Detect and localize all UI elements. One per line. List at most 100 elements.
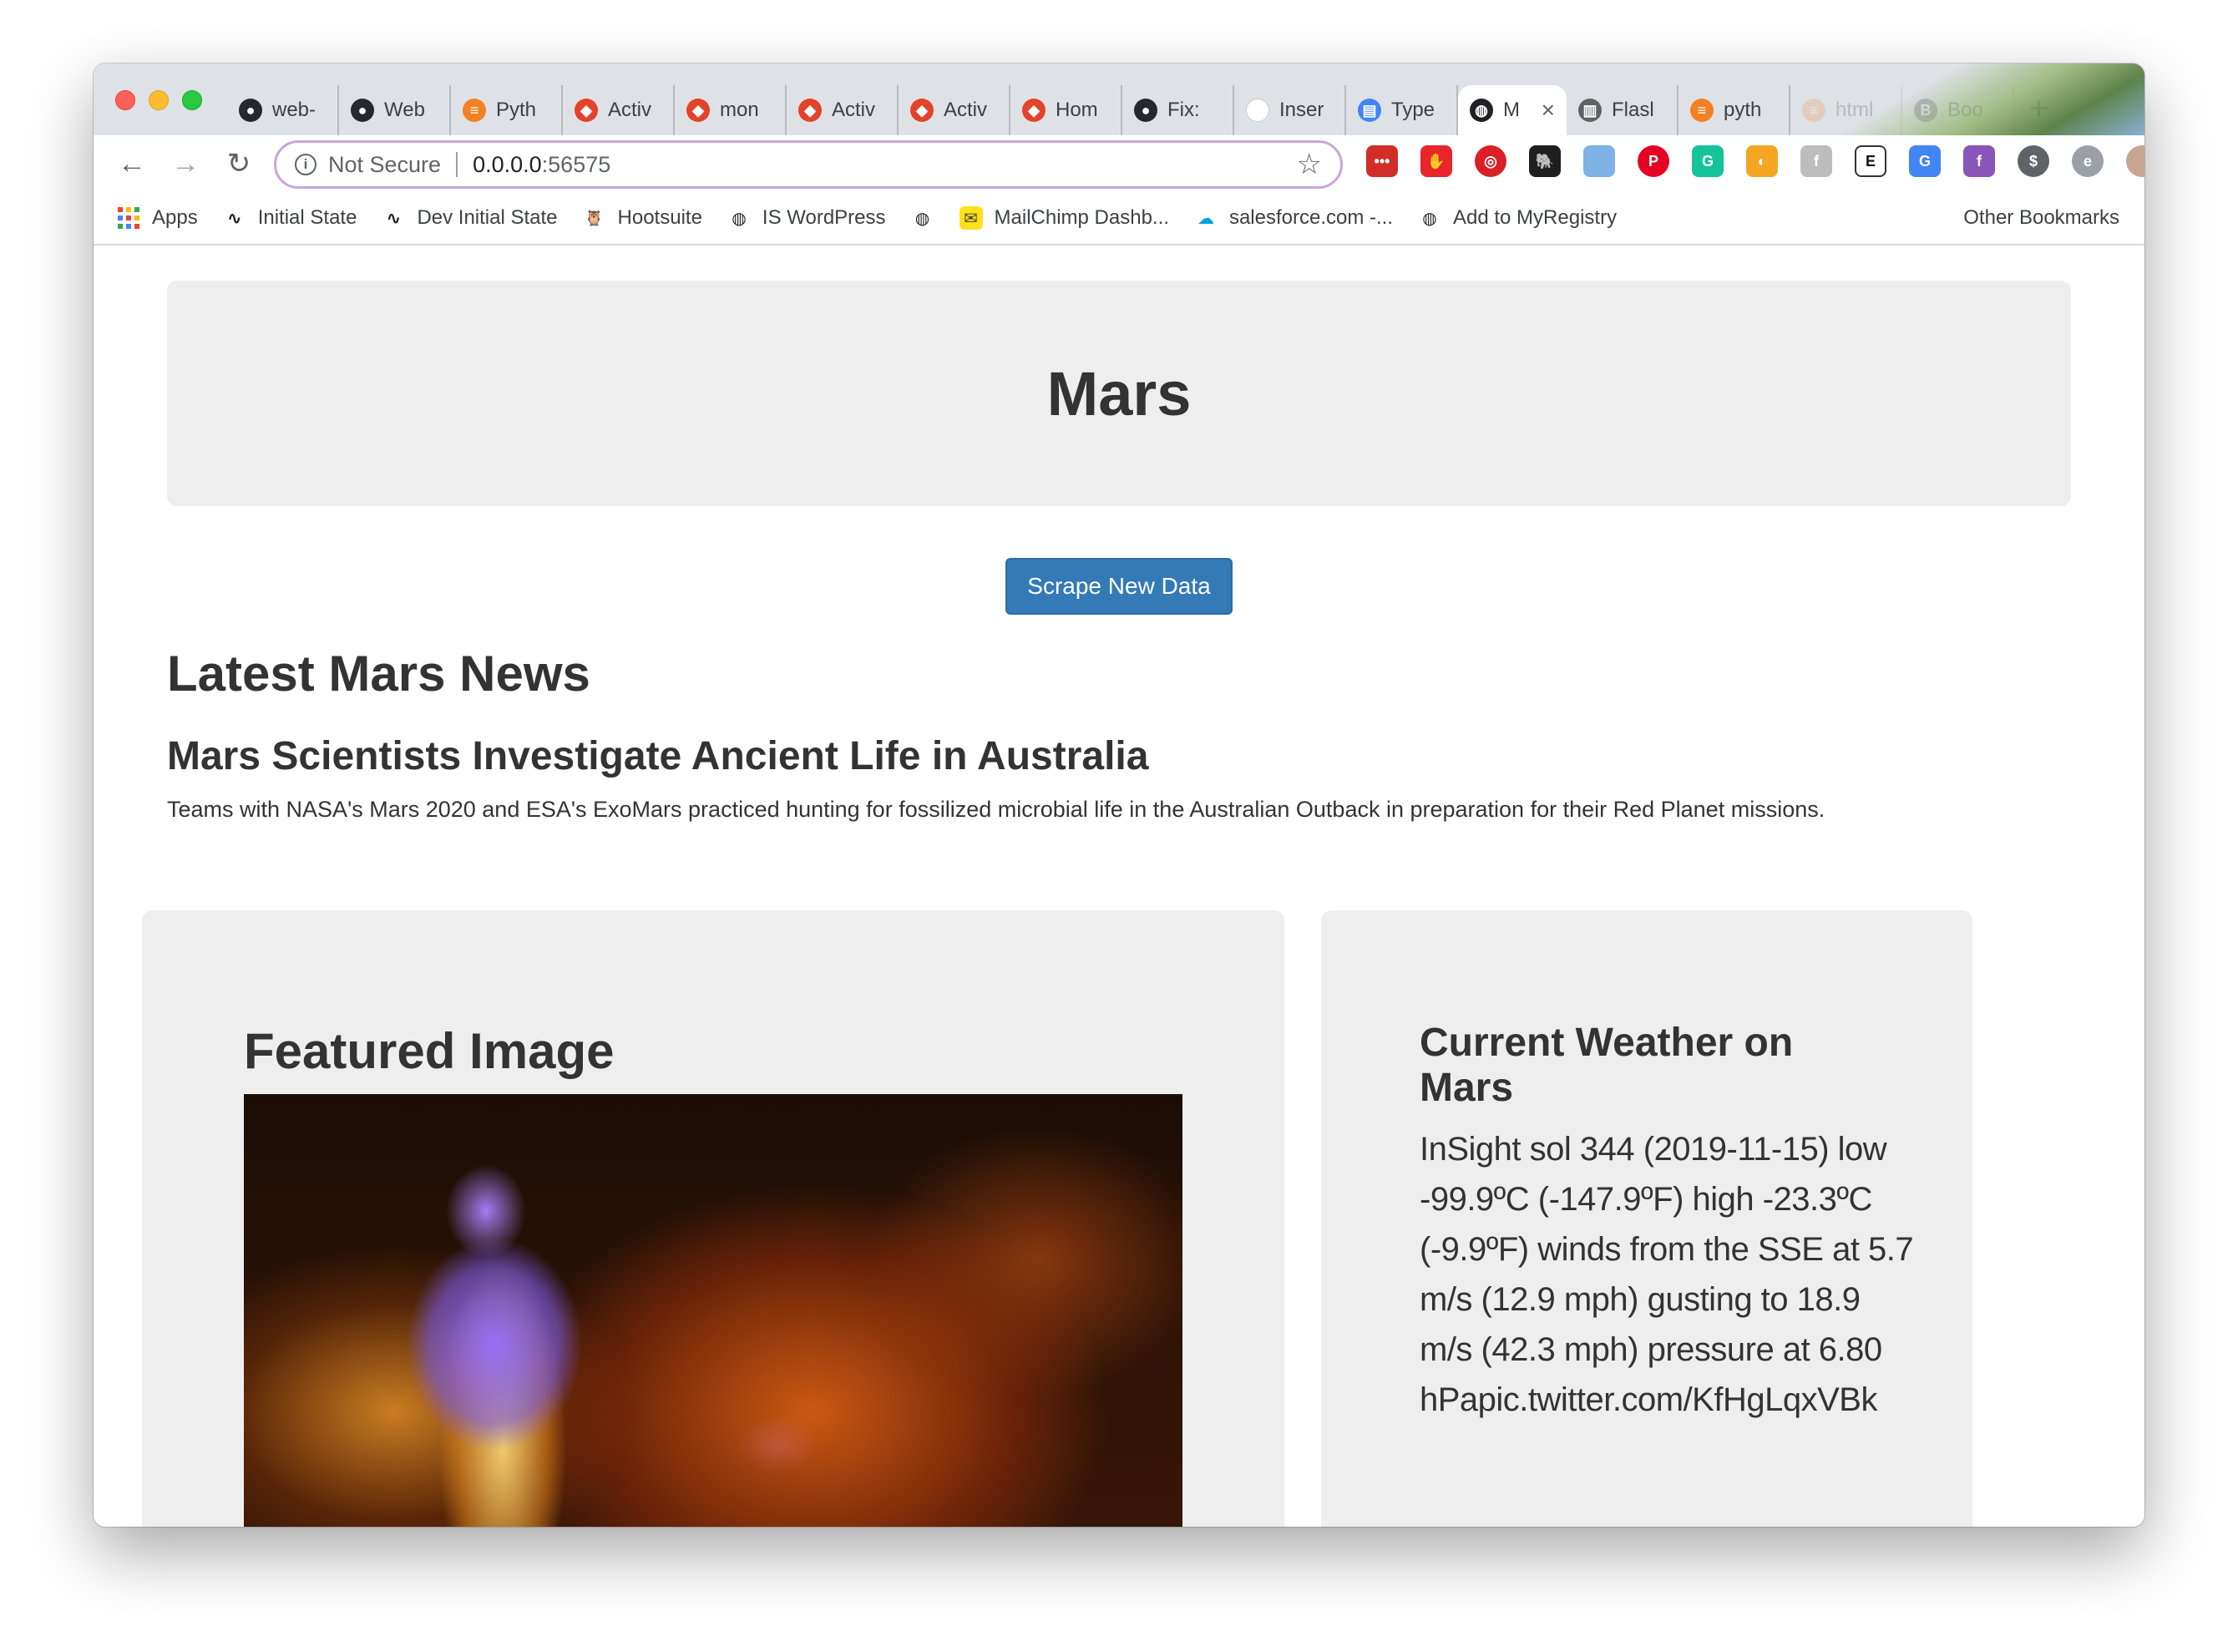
tab-7[interactable]: ◆ Hom [1010, 85, 1122, 135]
docs-icon: ▤ [1358, 99, 1381, 122]
bookmark-label: salesforce.com -... [1228, 206, 1393, 229]
weather-card: Current Weather on Mars InSight sol 344 … [1321, 910, 1972, 1527]
initialstate-icon: ∿ [387, 209, 401, 228]
tab-10[interactable]: ▤ Type [1346, 85, 1458, 135]
news-paragraph: Teams with NASA's Mars 2020 and ESA's Ex… [167, 797, 1825, 822]
close-window-button[interactable] [115, 90, 135, 110]
tab-4[interactable]: ◆ mon [675, 85, 787, 135]
bookmark-item[interactable]: ∿ Dev Initial State [382, 206, 557, 230]
page-title: Mars [1046, 358, 1192, 428]
stackoverflow-icon: ≡ [463, 99, 486, 122]
forward-icon[interactable]: → [169, 147, 202, 180]
stackoverflow-icon: ≡ [1690, 99, 1714, 122]
adblock-icon[interactable]: ✋ [1420, 145, 1452, 177]
close-tab-icon[interactable]: × [1542, 97, 1555, 124]
tab-9[interactable]: Inser [1234, 85, 1346, 135]
tab-6[interactable]: ◆ Activ [899, 85, 1010, 135]
tab-2[interactable]: ≡ Pyth [451, 85, 563, 135]
tab-0[interactable]: ● web- [227, 85, 339, 135]
lastpass-icon[interactable]: ••• [1366, 145, 1398, 177]
tab-15[interactable]: B Boo [1902, 85, 2014, 135]
tab-3[interactable]: ◆ Activ [563, 85, 675, 135]
tab-label: Pyth [496, 99, 537, 121]
evernote-icon[interactable]: 🐘 [1529, 145, 1561, 177]
profile-avatar-icon[interactable] [2126, 145, 2144, 177]
bookmark-label: Add to MyRegistry [1453, 206, 1618, 229]
dollar-icon[interactable]: $ [2018, 145, 2049, 177]
tab-8[interactable]: ● Fix: [1122, 85, 1234, 135]
tab-13[interactable]: ≡ pyth [1678, 85, 1790, 135]
window-controls [115, 90, 202, 110]
tab-14[interactable]: ≡ html [1790, 85, 1902, 135]
scrape-new-data-button[interactable]: Scrape New Data [1005, 558, 1233, 615]
gitlab-icon: ◆ [910, 99, 934, 122]
github-icon: ● [351, 99, 374, 122]
tab-label: Web [384, 99, 425, 121]
tab-11[interactable]: ◍ M × [1458, 85, 1567, 135]
bookmark-item[interactable]: 🦉 Hootsuite [583, 206, 702, 230]
extension-icon[interactable]: f [1800, 145, 1832, 177]
tab-label: mon [720, 99, 759, 121]
tab-label: Activ [832, 99, 876, 121]
other-bookmarks[interactable]: Other Bookmarks [1963, 206, 2119, 230]
tab-label: Hom [1056, 99, 1098, 121]
apps-grid-icon [117, 206, 140, 230]
tabs: ● web- ● Web ≡ Pyth ◆ Activ ◆ mon ◆ Activ ◆ Activ ◆ Hom… [227, 77, 2063, 135]
edge-icon[interactable]: e [2072, 145, 2104, 177]
bookmark-item[interactable]: ◍ IS WordPress [727, 206, 886, 230]
salesforce-icon: ☁ [1197, 209, 1214, 228]
bookmark-item[interactable]: Apps [117, 206, 198, 230]
bookmark-label: Dev Initial State [417, 206, 558, 229]
tab-5[interactable]: ◆ Activ [787, 85, 899, 135]
bookmark-label: Apps [152, 206, 198, 229]
bookmark-label: Hootsuite [617, 206, 702, 229]
tab-label: Activ [944, 99, 988, 121]
globe-icon: ◍ [914, 209, 930, 228]
gitlab-icon: ◆ [575, 99, 598, 122]
reload-icon[interactable]: ↻ [222, 147, 256, 180]
pinterest-icon[interactable]: P [1638, 145, 1669, 177]
bookmark-label: IS WordPress [762, 206, 886, 229]
tab-label: Inser [1279, 99, 1324, 121]
bookmark-item[interactable]: ◍ [911, 206, 934, 230]
featured-image-card: Featured Image [142, 910, 1284, 1527]
tab-label: Boo [1947, 99, 1983, 121]
owl-icon: 🦉 [585, 209, 604, 226]
bookmark-item[interactable]: ◍ Add to MyRegistry [1418, 206, 1617, 230]
feedly-icon[interactable]: f [1963, 145, 1995, 177]
extensions-bar: •••✋◎🐘PG◐fEGf$e↑ [1366, 145, 2144, 177]
page-content: Mars Scrape New Data Latest Mars News Ma… [94, 246, 2144, 1527]
grammarly-icon[interactable]: G [1692, 145, 1724, 177]
github-icon: ● [239, 99, 262, 122]
bookmark-item[interactable]: ∿ Initial State [223, 206, 357, 230]
url-port: :56575 [541, 151, 611, 177]
featured-image [244, 1094, 1182, 1527]
bookmark-label: Initial State [257, 206, 357, 229]
tab-label: M [1503, 99, 1520, 121]
globe-icon: ◍ [1422, 209, 1437, 228]
tab-1[interactable]: ● Web [339, 85, 451, 135]
gitlab-icon: ◆ [1022, 99, 1046, 122]
bootstrap-icon: B [1914, 99, 1937, 122]
stackoverflow-icon: ≡ [1802, 99, 1825, 122]
bookmark-star-icon[interactable]: ☆ [1297, 148, 1322, 181]
color-icon[interactable]: ◐ [1746, 145, 1778, 177]
globe-icon: ◍ [732, 209, 747, 228]
bookmark-label: MailChimp Dashb... [994, 206, 1169, 229]
window-icon[interactable] [1583, 145, 1615, 177]
maximize-window-button[interactable] [182, 90, 202, 110]
news-section-heading: Latest Mars News [167, 646, 590, 702]
evernote-web-icon[interactable]: E [1855, 145, 1886, 177]
toolbar: ← → ↻ i Not Secure 0.0.0.0:56575 ☆ ••• ✋ ◎… [94, 135, 2144, 192]
minimize-window-button[interactable] [149, 90, 169, 110]
translate-icon[interactable]: G [1909, 145, 1941, 177]
bookmark-item[interactable]: ✉ MailChimp Dashb... [959, 206, 1169, 230]
info-icon[interactable]: i [295, 154, 316, 175]
github-icon: ● [1134, 99, 1157, 122]
back-icon[interactable]: ← [115, 147, 149, 180]
creative-cloud-icon[interactable]: ◎ [1475, 145, 1506, 177]
tab-12[interactable]: ▥ Flasl [1567, 85, 1678, 135]
new-tab-icon[interactable]: + [2029, 90, 2063, 135]
bookmark-item[interactable]: ☁ salesforce.com -... [1194, 206, 1393, 230]
address-bar[interactable]: i Not Secure 0.0.0.0:56575 ☆ [274, 140, 1343, 189]
